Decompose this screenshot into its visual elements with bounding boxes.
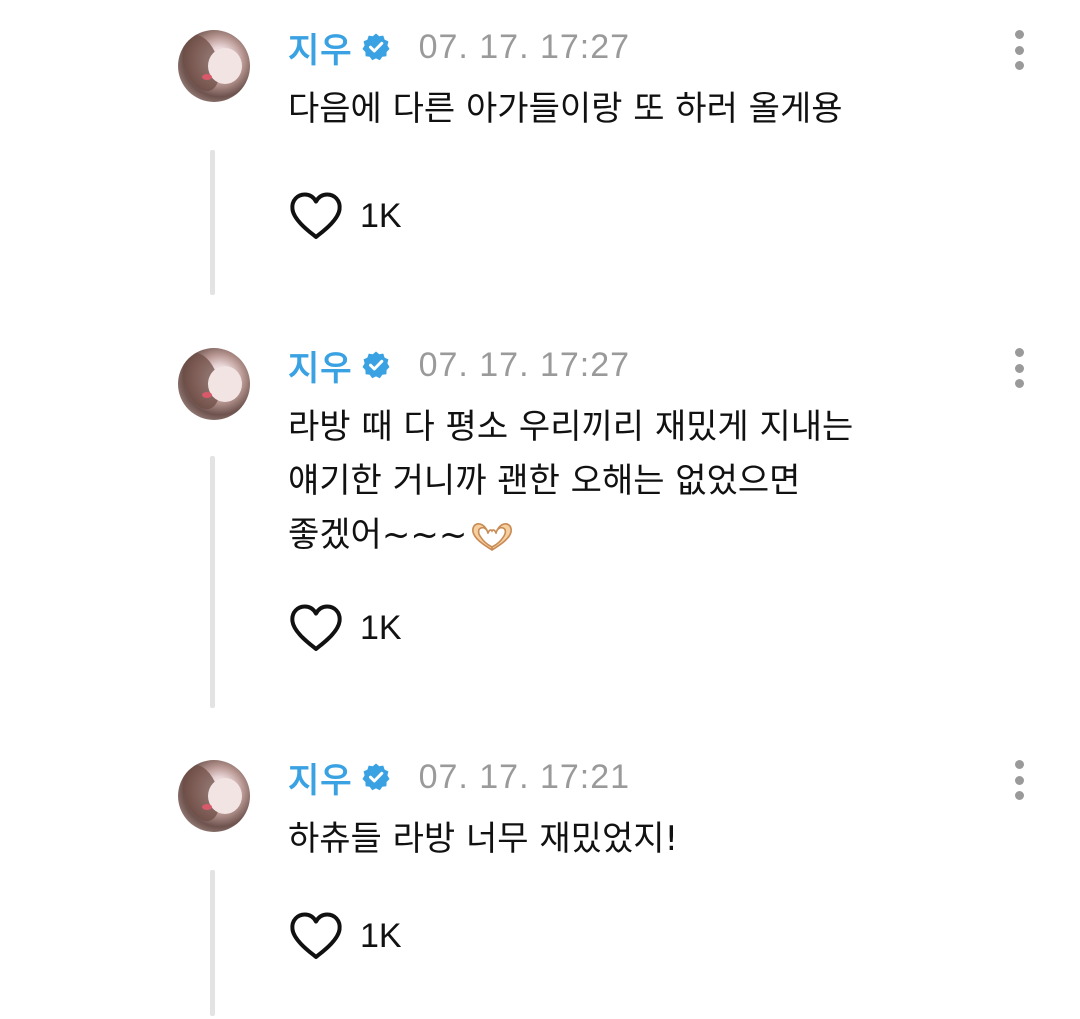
- comment-text: 라방 때 다 평소 우리끼리 재밌게 지내는 얘기한 거니까 괜한 오해는 없었…: [288, 400, 1008, 562]
- kebab-menu-icon[interactable]: [1008, 760, 1030, 800]
- heart-outline-icon[interactable]: [288, 602, 344, 654]
- avatar[interactable]: [178, 30, 250, 102]
- comment-header: 지우 07. 17. 17:21: [288, 752, 630, 802]
- heart-hands-emoji: [472, 522, 513, 551]
- comment-header: 지우 07. 17. 17:27: [288, 22, 630, 72]
- reply-thread-line[interactable]: [210, 456, 215, 708]
- verified-badge-icon: [362, 763, 390, 791]
- reply-thread-line[interactable]: [210, 150, 215, 295]
- verified-badge-icon: [362, 33, 390, 61]
- comment-text-content: 라방 때 다 평소 우리끼리 재밌게 지내는 얘기한 거니까 괜한 오해는 없었…: [288, 407, 854, 555]
- comment-header: 지우 07. 17. 17:27: [288, 340, 630, 390]
- comment-text: 다음에 다른 아가들이랑 또 하러 올게용: [288, 89, 843, 129]
- like-count: 1K: [360, 916, 402, 955]
- comment-item: 지우 07. 17. 17:21 하츄들 라방 너무 재밌었지! 1K: [0, 730, 1080, 1019]
- reply-thread-line[interactable]: [210, 870, 215, 1016]
- comment-timestamp: 07. 17. 17:27: [418, 27, 631, 66]
- author-name[interactable]: 지우: [288, 341, 353, 390]
- heart-outline-icon[interactable]: [288, 190, 344, 242]
- avatar[interactable]: [178, 348, 250, 420]
- comment-timestamp: 07. 17. 17:21: [418, 757, 631, 796]
- verified-badge-icon: [362, 351, 390, 379]
- kebab-menu-icon[interactable]: [1008, 348, 1030, 388]
- heart-outline-icon[interactable]: [288, 910, 344, 962]
- comment-item: 지우 07. 17. 17:27 다음에 다른 아가들이랑 또 하러 올게용 1…: [0, 0, 1080, 300]
- comment-timestamp: 07. 17. 17:27: [418, 345, 631, 384]
- like-button[interactable]: 1K: [288, 910, 402, 962]
- kebab-menu-icon[interactable]: [1008, 30, 1030, 70]
- comment-item: 지우 07. 17. 17:27 라방 때 다 평소 우리끼리 재밌게 지내는 …: [0, 318, 1080, 718]
- author-name[interactable]: 지우: [288, 753, 353, 802]
- like-button[interactable]: 1K: [288, 602, 402, 654]
- comment-feed: 지우 07. 17. 17:27 다음에 다른 아가들이랑 또 하러 올게용 1…: [0, 0, 1080, 1019]
- like-count: 1K: [360, 608, 402, 647]
- author-name[interactable]: 지우: [288, 23, 353, 72]
- like-count: 1K: [360, 196, 402, 235]
- comment-text: 하츄들 라방 너무 재밌었지!: [288, 819, 679, 859]
- like-button[interactable]: 1K: [288, 190, 402, 242]
- avatar[interactable]: [178, 760, 250, 832]
